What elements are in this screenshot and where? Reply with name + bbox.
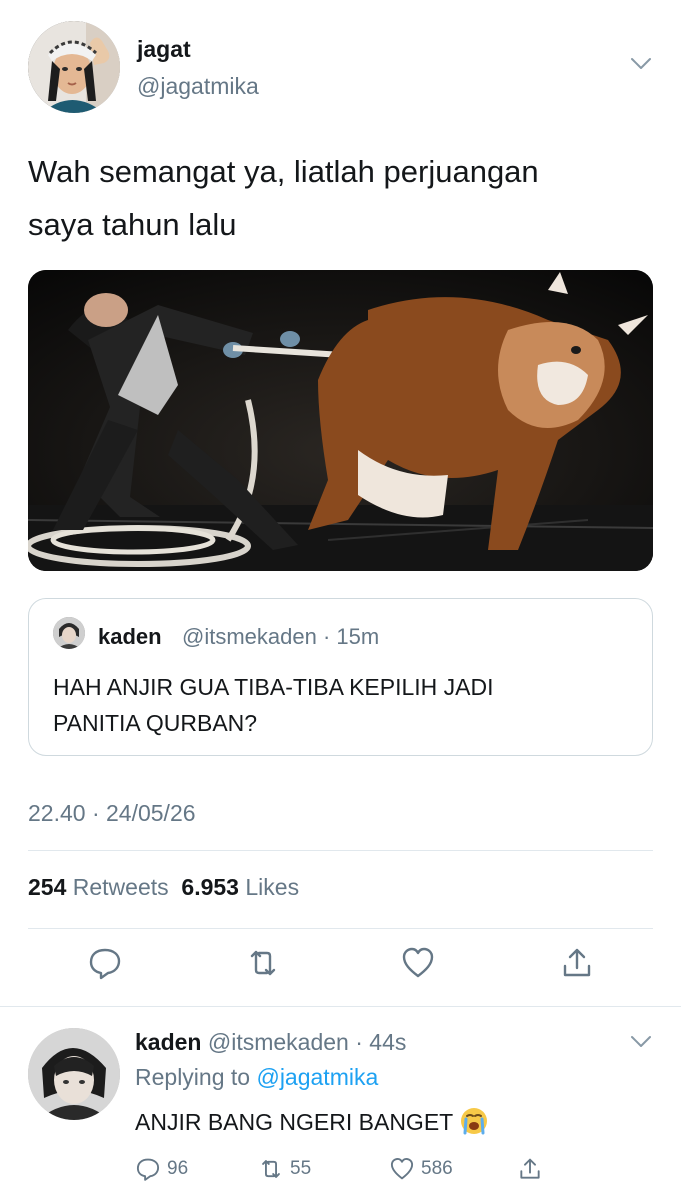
divider [0,1006,681,1007]
quoted-text-line: PANITIA QURBAN? [53,710,258,736]
reply-reply-button[interactable]: 96 [135,1154,188,1184]
tweet-media-image[interactable] [28,270,653,571]
reply-text-content: ANJIR BANG NGERI BANGET [135,1109,454,1135]
share-icon[interactable] [559,945,595,981]
reply-header: kaden @itsmekaden · 44s [135,1029,406,1056]
tweet-text-line: saya tahun lalu [28,207,237,242]
reply-icon [136,1158,160,1181]
retweet-icon [262,1160,280,1178]
tweet-actions [0,945,681,989]
reply-actions: 96 55 586 [0,1154,681,1184]
heart-icon[interactable] [400,945,436,981]
tweet-timestamp[interactable]: 22.40 · 24/05/26 [28,800,196,827]
tweet-text-line: Wah semangat ya, liatlah perjuangan [28,154,539,189]
retweet-icon[interactable] [245,945,281,981]
loudly-crying-face-emoji [461,1108,488,1135]
author-avatar[interactable] [28,21,120,113]
likes-label[interactable]: Likes [245,874,299,900]
quoted-tweet-text: HAH ANJIR GUA TIBA-TIBA KEPILIH JADI PAN… [53,669,633,741]
share-icon [520,1158,540,1179]
quoted-author-handle: @itsmekaden · 15m [182,624,380,649]
quoted-author-avatar [53,617,85,649]
reply-retweet-count: 55 [290,1158,312,1179]
reply-reply-count: 96 [167,1158,189,1179]
like-count[interactable]: 6.953 [181,874,239,900]
replying-to: Replying to @jagatmika [135,1064,378,1091]
reply-share-button[interactable] [517,1154,543,1184]
engagement-stats: 254 Retweets 6.953 Likes [28,874,299,901]
reply-author-avatar[interactable] [28,1028,120,1120]
quoted-author-name: kaden [98,624,162,649]
retweets-label[interactable]: Retweets [73,874,169,900]
author-name[interactable]: jagat [137,36,191,63]
tweet-text: Wah semangat ya, liatlah perjuangan saya… [28,145,648,251]
reply-tweet[interactable]: kaden @itsmekaden · 44s Replying to @jag… [0,1010,681,1200]
replying-prefix: Replying to [135,1064,251,1090]
reply-like-button[interactable]: 586 [389,1154,453,1184]
replying-to-link[interactable]: @jagatmika [256,1064,378,1090]
author-handle[interactable]: @jagatmika [137,73,259,100]
chevron-down-icon[interactable] [630,1035,652,1049]
reply-text: ANJIR BANG NGERI BANGET [135,1106,489,1136]
quoted-tweet[interactable]: kaden @itsmekaden · 15m HAH ANJIR GUA TI… [28,598,653,756]
divider [28,850,653,851]
reply-author-handle[interactable]: @itsmekaden · 44s [208,1029,407,1055]
reply-icon[interactable] [87,945,123,981]
heart-icon [390,1157,414,1180]
retweet-count[interactable]: 254 [28,874,66,900]
divider [28,928,653,929]
reply-author-name[interactable]: kaden [135,1029,201,1055]
chevron-down-icon[interactable] [630,57,652,71]
reply-retweet-button[interactable]: 55 [258,1154,311,1184]
reply-like-count: 586 [421,1158,453,1179]
quoted-text-line: HAH ANJIR GUA TIBA-TIBA KEPILIH JADI [53,674,494,700]
